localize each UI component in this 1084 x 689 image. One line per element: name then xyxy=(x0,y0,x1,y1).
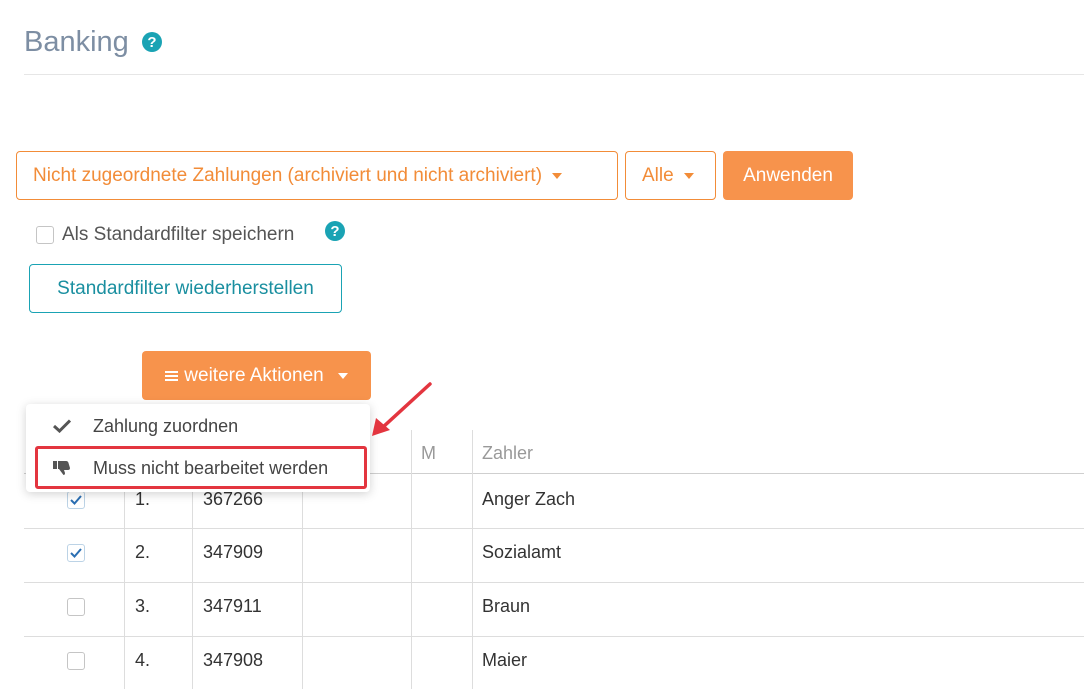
page-title: Banking xyxy=(24,26,129,58)
row-index: 3. xyxy=(135,596,151,616)
table-row[interactable]: 4. 347908 Maier xyxy=(24,637,1084,689)
row-checkbox[interactable] xyxy=(67,544,85,562)
chevron-down-icon xyxy=(337,372,348,379)
menu-item-label: Zahlung zuordnen xyxy=(93,415,239,436)
row-checkbox[interactable] xyxy=(67,598,85,616)
scope-filter-label: Alle xyxy=(642,164,674,186)
menu-item-assign-payment[interactable]: Zahlung zuordnen xyxy=(26,406,370,446)
row-number: 347909 xyxy=(203,542,264,562)
check-icon xyxy=(52,419,72,433)
column-header-m: M xyxy=(421,443,436,463)
row-index: 2. xyxy=(135,542,151,562)
chevron-down-icon xyxy=(552,172,563,179)
table-row[interactable]: 2. 347909 Sozialamt xyxy=(24,529,1084,582)
payment-filter-label: Nicht zugeordnete Zahlungen (archiviert … xyxy=(33,164,543,186)
row-checkbox[interactable] xyxy=(67,652,85,670)
highlight-box xyxy=(35,446,367,489)
restore-default-button[interactable]: Standardfilter wiederherstellen xyxy=(29,264,342,313)
payment-filter-dropdown[interactable]: Nicht zugeordnete Zahlungen (archiviert … xyxy=(16,151,618,200)
row-payer: Sozialamt xyxy=(482,542,562,562)
more-actions-label: weitere Aktionen xyxy=(184,364,324,386)
check-icon xyxy=(70,495,82,505)
scope-filter-dropdown[interactable]: Alle xyxy=(625,151,716,200)
save-default-label: Als Standardfilter speichern xyxy=(62,224,295,245)
more-actions-button[interactable]: weitere Aktionen xyxy=(142,351,371,400)
header-divider xyxy=(24,74,1084,75)
row-number: 347908 xyxy=(203,650,264,670)
chevron-down-icon xyxy=(683,172,694,179)
table-row[interactable]: 3. 347911 Braun xyxy=(24,583,1084,636)
column-header-payer: Zahler xyxy=(482,443,534,463)
row-payer: Maier xyxy=(482,650,528,670)
help-icon[interactable]: ? xyxy=(325,221,345,241)
annotation-arrow-icon xyxy=(372,382,432,436)
check-icon xyxy=(70,548,82,558)
row-payer: Anger Zach xyxy=(482,489,576,509)
row-index: 1. xyxy=(135,489,151,509)
save-default-checkbox[interactable] xyxy=(36,226,54,244)
row-number: 367266 xyxy=(203,489,264,509)
row-payer: Braun xyxy=(482,596,531,616)
row-index: 4. xyxy=(135,650,151,670)
menu-icon xyxy=(165,369,179,383)
row-number: 347911 xyxy=(203,596,262,616)
help-icon[interactable]: ? xyxy=(142,32,162,52)
apply-button[interactable]: Anwenden xyxy=(723,151,853,200)
row-checkbox[interactable] xyxy=(67,491,85,509)
